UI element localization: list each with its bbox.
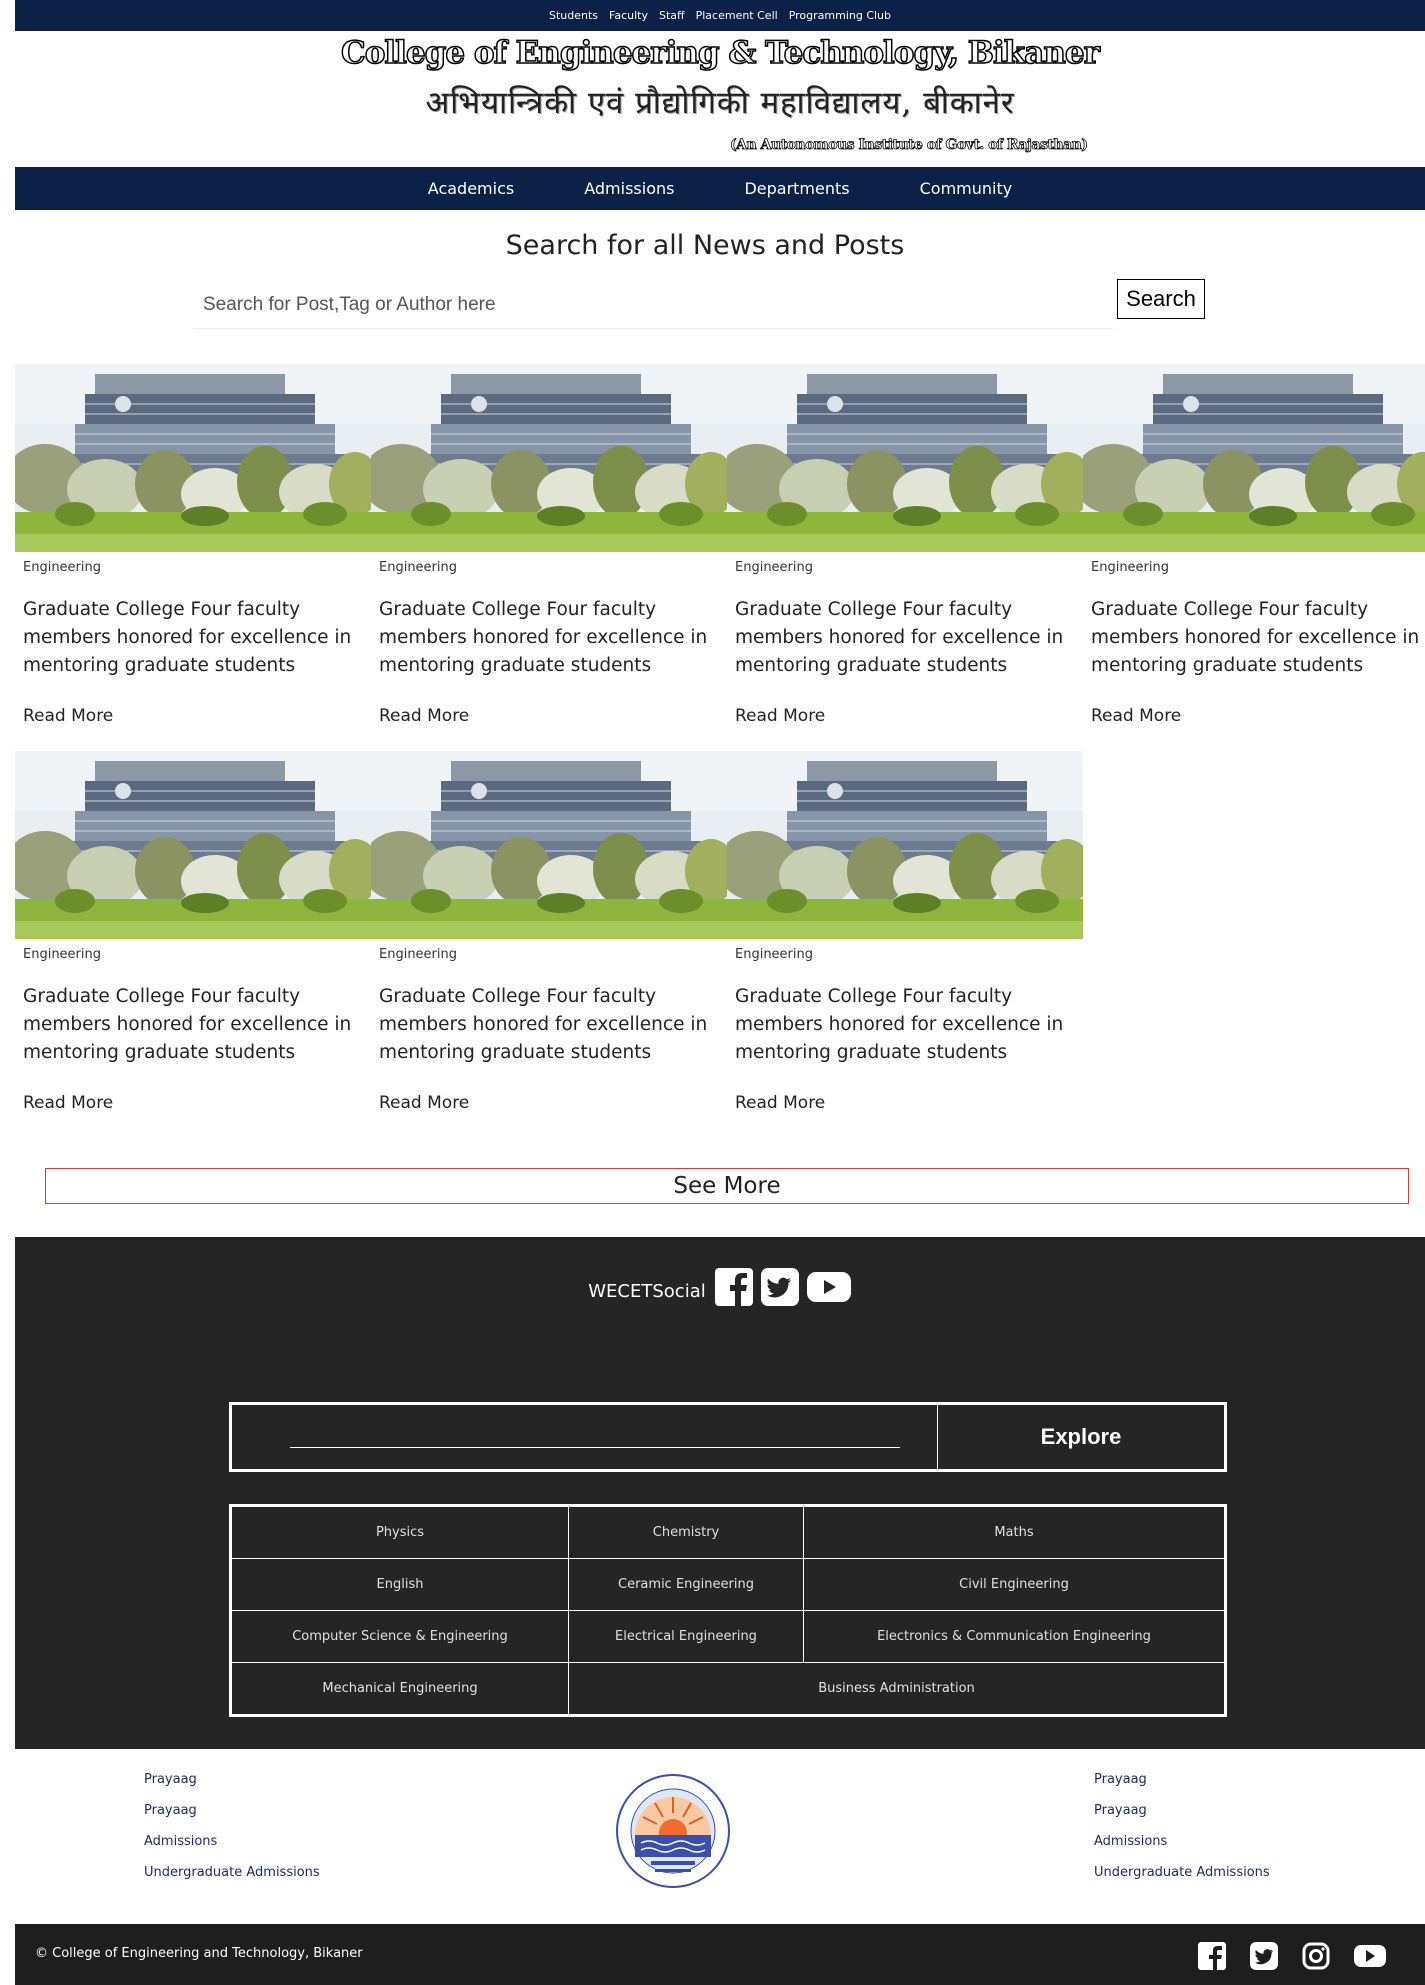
dept-link-mechanical-engineering[interactable]: Mechanical Engineering	[230, 1662, 569, 1716]
explore-bar: Explore	[229, 1402, 1227, 1472]
post-card: Engineering Graduate College Four facult…	[727, 751, 1083, 1139]
post-category[interactable]: Engineering	[23, 947, 101, 962]
youtube-icon[interactable]	[806, 1267, 852, 1307]
read-more-link[interactable]: Read More	[23, 1093, 113, 1113]
dept-link-ceramic-engineering[interactable]: Ceramic Engineering	[568, 1558, 804, 1611]
nav-community[interactable]: Community	[885, 179, 1048, 198]
topnav-link-staff[interactable]: Staff	[659, 9, 685, 22]
main-nav: Academics Admissions Departments Communi…	[15, 167, 1425, 210]
footer-link[interactable]: Admissions	[1094, 1834, 1270, 1865]
read-more-link[interactable]: Read More	[23, 706, 113, 726]
post-category[interactable]: Engineering	[379, 560, 457, 575]
nav-admissions[interactable]: Admissions	[549, 179, 709, 198]
post-card: Engineering Graduate College Four facult…	[727, 364, 1083, 752]
search-input[interactable]	[193, 281, 1113, 329]
dept-link-computer-science[interactable]: Computer Science & Engineering	[230, 1610, 569, 1663]
instagram-icon[interactable]	[1301, 1941, 1331, 1971]
dept-link-maths[interactable]: Maths	[803, 1505, 1226, 1559]
college-title-english[interactable]: College of Engineering & Technology, Bik…	[15, 34, 1425, 72]
facebook-icon[interactable]	[1197, 1941, 1227, 1971]
post-category[interactable]: Engineering	[735, 947, 813, 962]
post-title[interactable]: Graduate College Four faculty members ho…	[379, 596, 719, 680]
see-more-button[interactable]: See More	[45, 1168, 1409, 1204]
footer-link[interactable]: Admissions	[144, 1834, 320, 1865]
youtube-icon[interactable]	[1353, 1941, 1387, 1971]
post-title[interactable]: Graduate College Four faculty members ho…	[735, 983, 1075, 1067]
explore-input[interactable]	[290, 1427, 900, 1448]
post-category[interactable]: Engineering	[23, 560, 101, 575]
copyright-text: © College of Engineering and Technology,…	[35, 1946, 363, 1961]
topnav-link-programming-club[interactable]: Programming Club	[789, 9, 891, 22]
post-card: Engineering Graduate College Four facult…	[371, 751, 727, 1139]
post-card: Engineering Graduate College Four facult…	[15, 751, 371, 1139]
post-image[interactable]	[15, 364, 371, 552]
social-label: WECETSocial	[588, 1280, 706, 1302]
post-category[interactable]: Engineering	[1091, 560, 1169, 575]
post-card: Engineering Graduate College Four facult…	[15, 364, 371, 752]
college-title-hindi: अभियान्त्रिकी एवं प्रौद्योगिकी महाविद्या…	[425, 85, 1015, 121]
footer-link[interactable]: Prayaag	[144, 1803, 320, 1834]
page: Students Faculty Staff Placement Cell Pr…	[15, 0, 1425, 1985]
post-category[interactable]: Engineering	[735, 560, 813, 575]
topnav-link-students[interactable]: Students	[549, 9, 598, 22]
dept-link-electronics-communication[interactable]: Electronics & Communication Engineering	[803, 1610, 1226, 1663]
post-title[interactable]: Graduate College Four faculty members ho…	[23, 983, 363, 1067]
read-more-link[interactable]: Read More	[379, 1093, 469, 1113]
post-card: Engineering Graduate College Four facult…	[1083, 364, 1425, 752]
post-card: Engineering Graduate College Four facult…	[371, 364, 727, 752]
read-more-link[interactable]: Read More	[379, 706, 469, 726]
read-more-link[interactable]: Read More	[735, 706, 825, 726]
dept-link-business-administration[interactable]: Business Administration	[568, 1662, 1226, 1716]
post-title[interactable]: Graduate College Four faculty members ho…	[735, 596, 1075, 680]
dept-link-chemistry[interactable]: Chemistry	[568, 1505, 804, 1559]
top-utility-nav: Students Faculty Staff Placement Cell Pr…	[15, 0, 1425, 31]
dept-link-english[interactable]: English	[230, 1558, 569, 1611]
footer-link[interactable]: Undergraduate Admissions	[1094, 1865, 1270, 1896]
post-image[interactable]	[727, 751, 1083, 939]
search-button[interactable]: Search	[1117, 279, 1205, 319]
footer-links-right: Prayaag Prayaag Admissions Undergraduate…	[1094, 1772, 1270, 1896]
read-more-link[interactable]: Read More	[735, 1093, 825, 1113]
post-image[interactable]	[727, 364, 1083, 552]
site-header: College of Engineering & Technology, Bik…	[15, 31, 1425, 167]
twitter-icon[interactable]	[1249, 1941, 1279, 1971]
twitter-icon[interactable]	[760, 1267, 800, 1307]
footer-link[interactable]: Prayaag	[144, 1772, 320, 1803]
facebook-icon[interactable]	[714, 1267, 754, 1307]
post-image[interactable]	[371, 364, 727, 552]
footer-link[interactable]: Prayaag	[1094, 1772, 1270, 1803]
topnav-link-faculty[interactable]: Faculty	[609, 9, 648, 22]
college-logo[interactable]	[615, 1773, 731, 1889]
read-more-link[interactable]: Read More	[1091, 706, 1181, 726]
post-category[interactable]: Engineering	[379, 947, 457, 962]
nav-departments[interactable]: Departments	[709, 179, 884, 198]
dept-link-physics[interactable]: Physics	[230, 1505, 569, 1559]
topnav-link-placement-cell[interactable]: Placement Cell	[696, 9, 778, 22]
post-title[interactable]: Graduate College Four faculty members ho…	[23, 596, 363, 680]
post-image[interactable]	[371, 751, 727, 939]
post-image[interactable]	[1083, 364, 1425, 552]
bottom-bar: © College of Engineering and Technology,…	[15, 1924, 1425, 1985]
explore-field-wrapper	[232, 1405, 938, 1469]
dept-link-electrical-engineering[interactable]: Electrical Engineering	[568, 1610, 804, 1663]
footer: WECETSocial Explore Physics Chemistry Ma…	[15, 1237, 1425, 1749]
footer-link[interactable]: Undergraduate Admissions	[144, 1865, 320, 1896]
bottom-social-icons	[1197, 1941, 1387, 1971]
explore-button[interactable]: Explore	[938, 1405, 1224, 1469]
footer-link[interactable]: Prayaag	[1094, 1803, 1270, 1834]
dept-link-civil-engineering[interactable]: Civil Engineering	[803, 1558, 1226, 1611]
social-row: WECETSocial	[15, 1267, 1425, 1307]
post-image[interactable]	[15, 751, 371, 939]
post-title[interactable]: Graduate College Four faculty members ho…	[1091, 596, 1425, 680]
departments-table: Physics Chemistry Maths English Ceramic …	[229, 1504, 1227, 1717]
college-subtitle: (An Autonomous Institute of Govt. of Raj…	[730, 137, 1089, 154]
post-title[interactable]: Graduate College Four faculty members ho…	[379, 983, 719, 1067]
footer-links-left: Prayaag Prayaag Admissions Undergraduate…	[144, 1772, 320, 1896]
search-heading: Search for all News and Posts	[505, 230, 905, 261]
nav-academics[interactable]: Academics	[393, 179, 549, 198]
